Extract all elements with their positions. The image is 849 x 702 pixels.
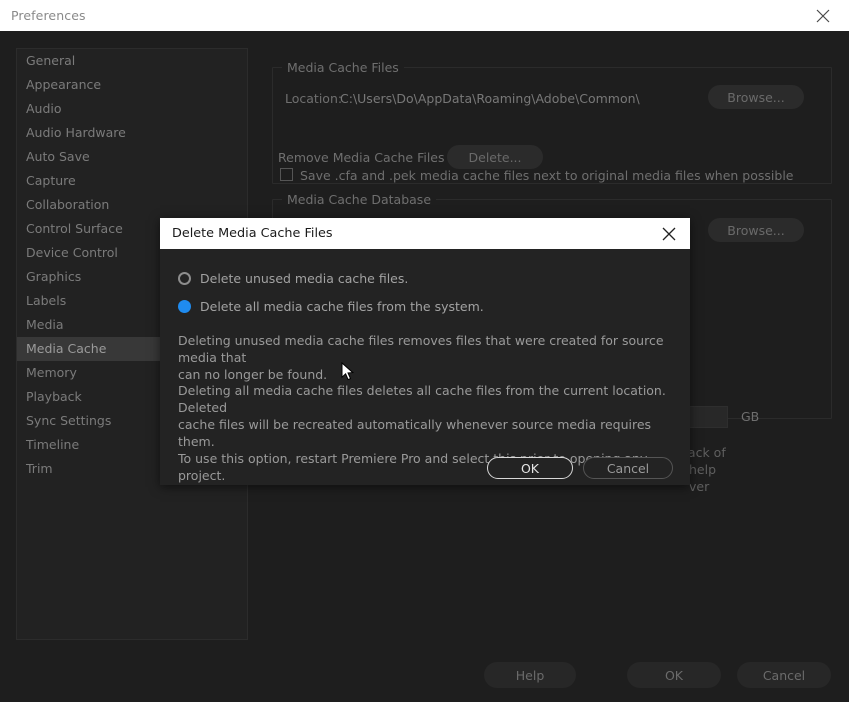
remove-media-cache-files-label: Remove Media Cache Files (278, 150, 445, 165)
sidebar-item-capture[interactable]: Capture (17, 169, 247, 193)
gb-unit-label: GB (741, 409, 759, 424)
window-title: Preferences (11, 8, 86, 23)
dialog-close-icon[interactable] (652, 218, 686, 249)
dialog-title: Delete Media Cache Files (172, 226, 333, 241)
radio-delete-all-label: Delete all media cache files from the sy… (200, 299, 484, 314)
media-cache-files-browse-button[interactable]: Browse... (708, 85, 804, 109)
media-cache-database-legend: Media Cache Database (282, 192, 436, 207)
location-label: Location: (285, 91, 342, 106)
radio-delete-unused[interactable]: Delete unused media cache files. (178, 271, 408, 286)
delete-media-cache-files-dialog: Delete Media Cache Files Delete unused m… (160, 218, 690, 485)
dialog-cancel-button[interactable]: Cancel (583, 457, 673, 479)
sidebar-item-auto-save[interactable]: Auto Save (17, 145, 247, 169)
location-value: C:\Users\Do\AppData\Roaming\Adobe\Common… (340, 91, 640, 106)
dialog-body: Delete unused media cache files. Delete … (160, 249, 690, 485)
window-titlebar: Preferences (0, 0, 849, 31)
dialog-paragraph-1: Deleting unused media cache files remove… (178, 332, 668, 383)
save-cfa-pek-checkbox[interactable] (280, 168, 293, 181)
help-button[interactable]: Help (484, 662, 576, 688)
preferences-ok-button[interactable]: OK (627, 662, 721, 688)
sidebar-item-audio[interactable]: Audio (17, 97, 247, 121)
save-cfa-pek-label: Save .cfa and .pek media cache files nex… (300, 168, 793, 183)
occluded-hint-line-3: ver (689, 479, 709, 494)
occluded-hint-line-2: help (689, 462, 716, 477)
media-cache-database-browse-button[interactable]: Browse... (708, 218, 804, 242)
close-icon[interactable] (803, 0, 843, 31)
sidebar-item-appearance[interactable]: Appearance (17, 73, 247, 97)
preferences-window: Preferences GeneralAppearanceAudioAudio … (0, 0, 849, 702)
dialog-ok-button[interactable]: OK (487, 457, 573, 479)
preferences-cancel-button[interactable]: Cancel (737, 662, 831, 688)
sidebar-item-general[interactable]: General (17, 49, 247, 73)
sidebar-item-collaboration[interactable]: Collaboration (17, 193, 247, 217)
dialog-titlebar: Delete Media Cache Files (160, 218, 690, 249)
delete-media-cache-files-button[interactable]: Delete... (447, 145, 543, 169)
radio-selected-icon (178, 300, 191, 313)
radio-delete-all[interactable]: Delete all media cache files from the sy… (178, 299, 484, 314)
radio-unselected-icon (178, 272, 191, 285)
sidebar-item-audio-hardware[interactable]: Audio Hardware (17, 121, 247, 145)
media-cache-files-legend: Media Cache Files (282, 60, 404, 75)
radio-delete-unused-label: Delete unused media cache files. (200, 271, 408, 286)
